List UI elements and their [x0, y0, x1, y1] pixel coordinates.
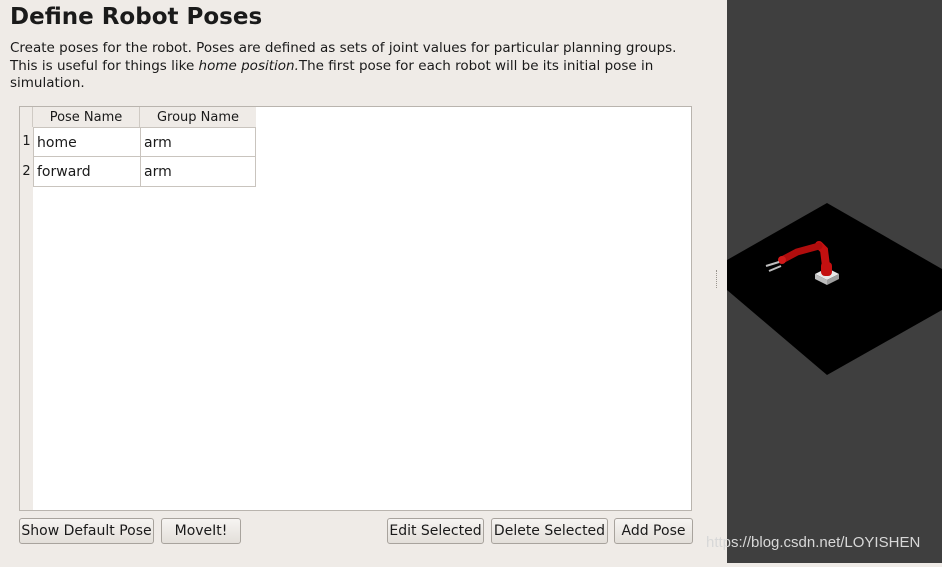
splitter-grip-icon[interactable]	[716, 270, 719, 288]
moveit-button[interactable]: MoveIt!	[161, 518, 241, 544]
table-row[interactable]: 2 forward arm	[20, 156, 256, 187]
table-corner	[20, 107, 33, 127]
page-description: Create poses for the robot. Poses are de…	[10, 40, 700, 93]
add-pose-button[interactable]: Add Pose	[614, 518, 693, 544]
page-title: Define Robot Poses	[10, 4, 263, 30]
delete-selected-button[interactable]: Delete Selected	[491, 518, 608, 544]
show-default-pose-button[interactable]: Show Default Pose	[19, 518, 154, 544]
robot-scene	[727, 203, 942, 375]
edit-selected-button[interactable]: Edit Selected	[387, 518, 484, 544]
watermark: https://blog.csdn.net/LOYISHEN	[706, 534, 921, 551]
column-header-group-name[interactable]: Group Name	[140, 107, 256, 127]
row-number[interactable]: 2	[20, 157, 33, 187]
description-italic: home position.	[198, 57, 299, 74]
column-header-pose-name[interactable]: Pose Name	[33, 107, 140, 127]
row-number[interactable]: 1	[20, 127, 33, 157]
poses-table[interactable]: Pose Name Group Name 1 home arm 2 forwar…	[19, 106, 692, 511]
pose-name-cell[interactable]: home	[33, 127, 141, 157]
group-name-cell[interactable]: arm	[140, 127, 256, 157]
ground-plane	[727, 203, 942, 375]
pose-editor-panel: Define Robot Poses Create poses for the …	[0, 0, 713, 563]
robot-3d-viewer[interactable]	[727, 0, 942, 563]
table-row[interactable]: 1 home arm	[20, 127, 256, 157]
group-name-cell[interactable]: arm	[140, 156, 256, 187]
pose-name-cell[interactable]: forward	[33, 156, 141, 187]
